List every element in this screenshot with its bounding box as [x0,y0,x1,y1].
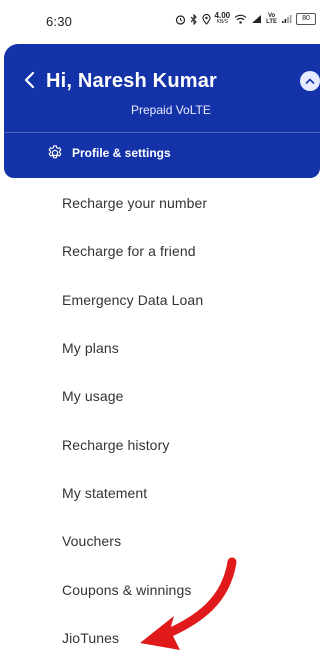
menu-item-recharge-for-a-friend[interactable]: Recharge for a friend [62,243,196,259]
menu-item-recharge-your-number[interactable]: Recharge your number [62,195,207,211]
status-time: 6:30 [46,14,73,29]
volte-indicator: Vo LTE [266,13,277,25]
profile-settings-label: Profile & settings [72,146,171,160]
menu-item-my-usage[interactable]: My usage [62,388,124,404]
gear-icon [48,145,62,159]
back-button[interactable] [18,69,40,91]
bluetooth-icon [190,13,198,25]
menu-item-vouchers[interactable]: Vouchers [62,533,121,549]
net-speed-value: 4.00 [214,11,231,20]
menu-item-emergency-data-loan[interactable]: Emergency Data Loan [62,292,203,308]
menu-item-my-plans[interactable]: My plans [62,340,119,356]
battery-icon: 80 [296,13,316,25]
status-bar: 6:30 4.00 KB/S Vo LTE 80 [0,0,320,44]
header-divider [4,132,320,133]
net-speed: 4.00 KB/S [215,12,231,26]
menu-item-recharge-history[interactable]: Recharge history [62,437,169,453]
menu-item-jiotunes[interactable]: JioTunes [62,630,119,646]
status-icons: 4.00 KB/S Vo LTE 80 [175,12,316,26]
collapse-button[interactable] [300,71,320,91]
alarm-icon [175,14,186,25]
chevron-up-icon [305,78,315,84]
menu-item-my-statement[interactable]: My statement [62,485,147,501]
signal-icon [251,14,262,24]
account-header-panel: Hi, Naresh Kumar Prepaid VoLTE Profile &… [4,44,320,178]
profile-settings-link[interactable]: Profile & settings [46,144,171,162]
arrow-head [140,616,180,650]
net-speed-unit: KB/S [216,19,229,25]
wifi-icon [234,14,247,24]
plan-type-label: Prepaid VoLTE [131,103,211,117]
arrow-shaft [157,557,237,641]
greeting-title: Hi, Naresh Kumar [46,70,218,92]
chevron-left-icon [24,71,35,89]
signal-icon-2 [281,14,292,24]
menu-item-coupons-winnings[interactable]: Coupons & winnings [62,582,191,598]
location-icon [201,13,211,25]
